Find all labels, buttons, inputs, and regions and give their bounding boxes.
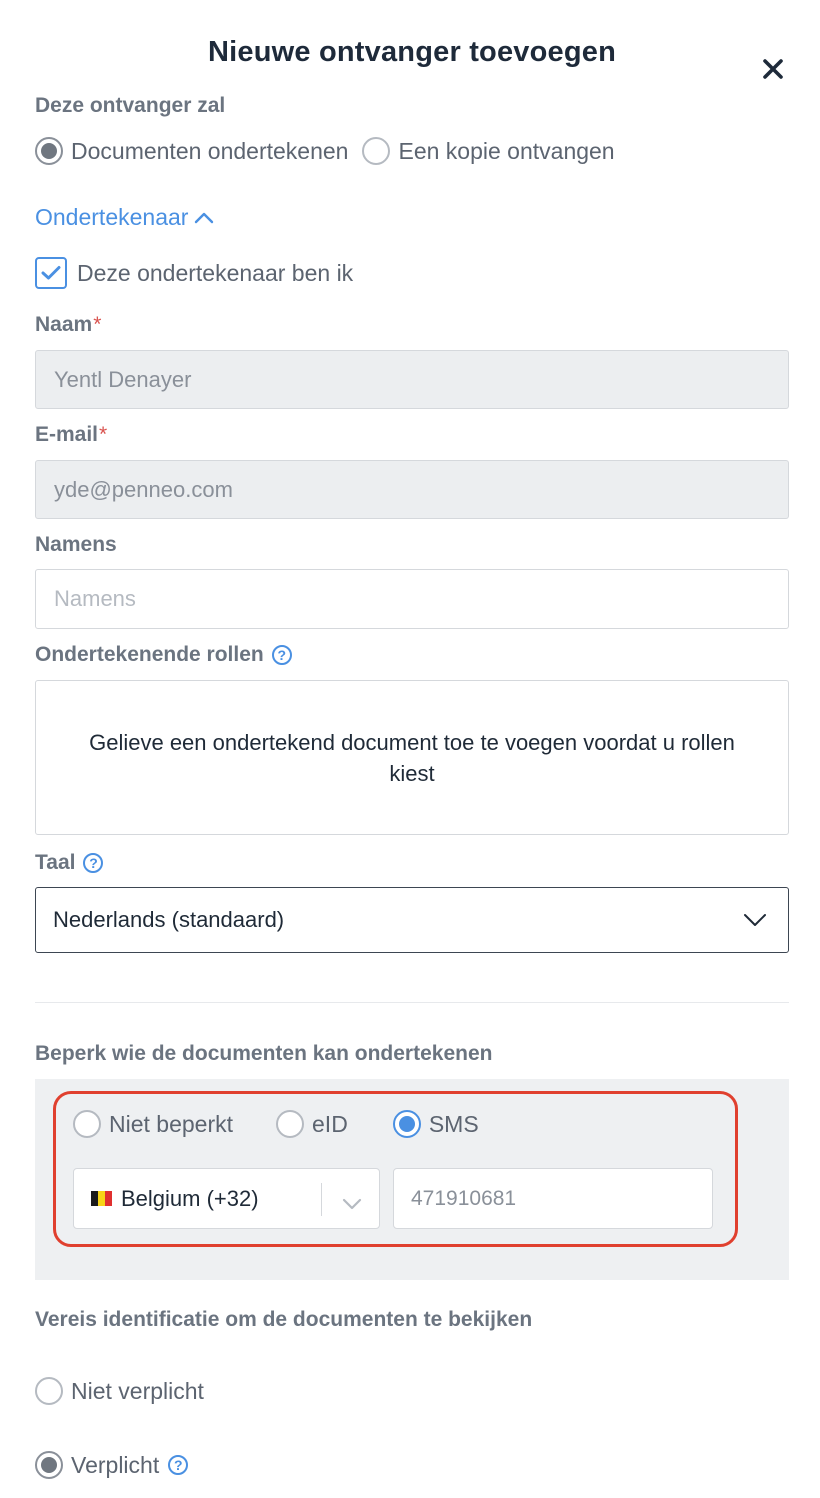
dialog-title: Nieuwe ontvanger toevoegen bbox=[207, 36, 617, 68]
help-icon[interactable]: ? bbox=[271, 645, 292, 666]
radio-circle[interactable] bbox=[73, 1110, 101, 1138]
signing-roles-label: Ondertekenende rollen? bbox=[35, 643, 292, 667]
on-behalf-input[interactable] bbox=[54, 586, 770, 612]
chevron-down-icon bbox=[342, 1190, 362, 1216]
radio-label: eID bbox=[312, 1110, 348, 1137]
radio-sign-documents[interactable]: Documenten ondertekenen bbox=[35, 137, 348, 165]
signer-section-toggle[interactable]: Ondertekenaar bbox=[35, 204, 214, 231]
country-value: Belgium (+32) bbox=[121, 1185, 259, 1211]
radio-required[interactable]: Verplicht ? bbox=[35, 1451, 189, 1479]
on-behalf-label: Namens bbox=[35, 533, 117, 556]
name-label: Naam* bbox=[35, 313, 101, 337]
radio-not-required[interactable]: Niet verplicht bbox=[35, 1377, 204, 1405]
radio-circle[interactable] bbox=[35, 137, 63, 165]
radio-label: Documenten ondertekenen bbox=[71, 137, 349, 164]
self-signer-label: Deze ondertekenaar ben ik bbox=[77, 259, 354, 286]
close-icon[interactable] bbox=[760, 56, 786, 82]
restrict-options: Niet beperkt eID SMS bbox=[73, 1110, 479, 1138]
email-label-text: E-mail bbox=[35, 423, 99, 446]
required-mark: * bbox=[99, 423, 108, 446]
signer-toggle-label: Ondertekenaar bbox=[35, 204, 189, 230]
help-icon[interactable]: ? bbox=[168, 1455, 189, 1475]
country-select[interactable]: Belgium (+32) bbox=[73, 1168, 380, 1229]
email-label: E-mail* bbox=[35, 423, 107, 447]
radio-circle[interactable] bbox=[392, 1110, 421, 1138]
language-selected-value: Nederlands (standaard) bbox=[53, 907, 285, 932]
radio-circle[interactable] bbox=[35, 1451, 63, 1479]
checkmark-icon bbox=[41, 266, 61, 280]
radio-label: Niet verplicht bbox=[71, 1377, 204, 1404]
self-signer-checkbox[interactable] bbox=[35, 257, 67, 289]
belgium-flag-icon bbox=[91, 1191, 112, 1206]
radio-label: Verplicht bbox=[71, 1451, 160, 1478]
divider bbox=[35, 1002, 789, 1003]
email-value: yde@penneo.com bbox=[54, 476, 233, 502]
signing-roles-label-text: Ondertekenende rollen bbox=[35, 643, 264, 666]
language-label-text: Taal bbox=[35, 851, 76, 874]
chevron-up-icon bbox=[194, 211, 214, 225]
language-label: Taal? bbox=[35, 851, 104, 875]
recipient-type-group: Documenten ondertekenen Een kopie ontvan… bbox=[35, 137, 615, 165]
radio-label: Een kopie ontvangen bbox=[398, 137, 615, 164]
signing-roles-message: Gelieve een ondertekend document toe te … bbox=[89, 729, 735, 786]
radio-label: Niet beperkt bbox=[109, 1110, 234, 1137]
language-select[interactable]: Nederlands (standaard) bbox=[35, 887, 789, 953]
restrict-label: Beperk wie de documenten kan ondertekene… bbox=[35, 1042, 493, 1065]
phone-field[interactable] bbox=[393, 1168, 713, 1229]
email-field: yde@penneo.com bbox=[35, 460, 789, 519]
radio-not-restricted[interactable]: Niet beperkt bbox=[73, 1110, 233, 1138]
on-behalf-field[interactable] bbox=[35, 569, 789, 629]
radio-sms[interactable]: SMS bbox=[392, 1110, 479, 1138]
select-separator bbox=[321, 1183, 322, 1216]
name-field: Yentl Denayer bbox=[35, 350, 789, 409]
radio-label: SMS bbox=[428, 1110, 479, 1137]
radio-circle[interactable] bbox=[276, 1110, 305, 1138]
self-signer-row: Deze ondertekenaar ben ik bbox=[35, 257, 353, 289]
view-identification-label: Vereis identificatie om de documenten te… bbox=[35, 1308, 533, 1331]
chevron-down-icon bbox=[743, 913, 767, 927]
help-icon[interactable]: ? bbox=[83, 853, 104, 874]
required-mark: * bbox=[93, 313, 102, 336]
signing-roles-box: Gelieve een ondertekend document toe te … bbox=[35, 680, 789, 835]
name-value: Yentl Denayer bbox=[54, 366, 192, 392]
radio-circle[interactable] bbox=[362, 137, 391, 165]
radio-receive-copy[interactable]: Een kopie ontvangen bbox=[362, 137, 615, 165]
radio-eid[interactable]: eID bbox=[276, 1110, 348, 1138]
recipient-type-label: Deze ontvanger zal bbox=[35, 94, 226, 117]
name-label-text: Naam bbox=[35, 313, 93, 336]
radio-circle[interactable] bbox=[35, 1377, 63, 1405]
phone-input[interactable] bbox=[411, 1186, 695, 1211]
